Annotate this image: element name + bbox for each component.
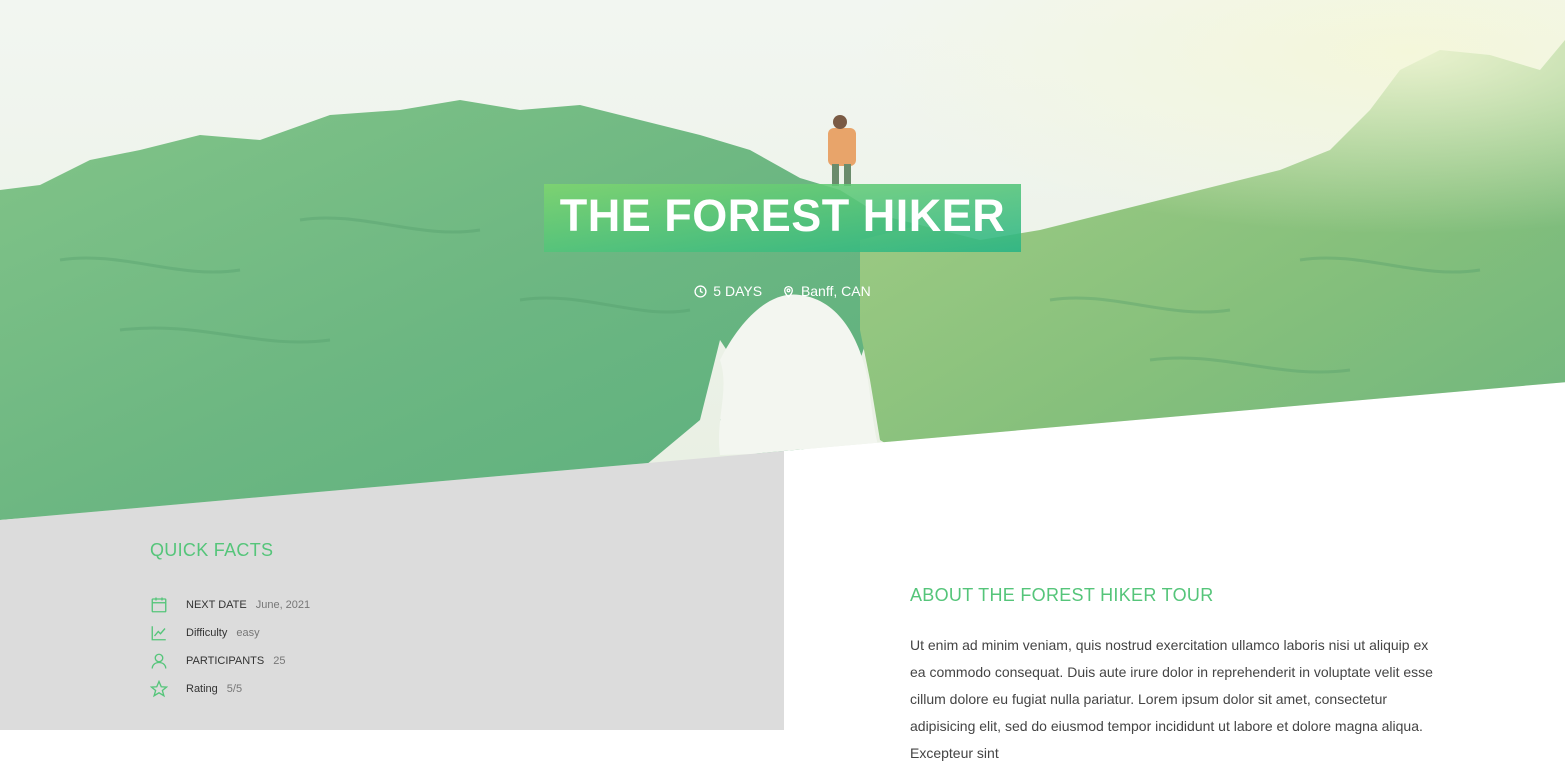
- fact-rating: Rating 5/5: [150, 675, 310, 703]
- fact-value: 5/5: [226, 683, 243, 695]
- fact-value: easy: [236, 627, 260, 639]
- fact-value: June, 2021: [255, 599, 311, 611]
- tour-meta: 5 DAYS Banff, CAN: [0, 283, 1565, 301]
- fact-label: NEXT DATE: [186, 599, 247, 611]
- fact-next-date: NEXT DATE June, 2021: [150, 591, 310, 619]
- about-heading: ABOUT THE FOREST HIKER TOUR: [910, 585, 1214, 605]
- tour-title: THE FOREST HIKER: [543, 184, 1022, 252]
- fact-label: Difficulty: [186, 627, 228, 639]
- fact-label: PARTICIPANTS: [186, 655, 265, 667]
- quick-facts-heading: QUICK FACTS: [150, 540, 274, 560]
- user-icon: [150, 652, 168, 670]
- fact-label: Rating: [186, 683, 218, 695]
- about-description: Ut enim ad minim veniam, quis nostrud ex…: [910, 637, 1433, 761]
- location-detail: Banff, CAN: [782, 283, 871, 299]
- fact-participants: PARTICIPANTS 25: [150, 647, 310, 675]
- calendar-icon: [150, 596, 168, 614]
- tour-hero: [0, 0, 1565, 520]
- fact-difficulty: Difficulty easy: [150, 619, 310, 647]
- fact-value: 25: [273, 655, 286, 667]
- duration-detail: 5 DAYS: [694, 283, 762, 299]
- trending-up-icon: [150, 624, 168, 642]
- quick-facts-list: NEXT DATE June, 2021 Difficulty easy PAR…: [150, 591, 310, 703]
- duration-text: 5 DAYS: [713, 283, 763, 299]
- hero-background-image: [0, 0, 1565, 520]
- location-text: Banff, CAN: [800, 283, 871, 299]
- star-icon: [150, 680, 168, 698]
- map-pin-icon: [783, 285, 793, 298]
- clock-icon: [694, 284, 707, 298]
